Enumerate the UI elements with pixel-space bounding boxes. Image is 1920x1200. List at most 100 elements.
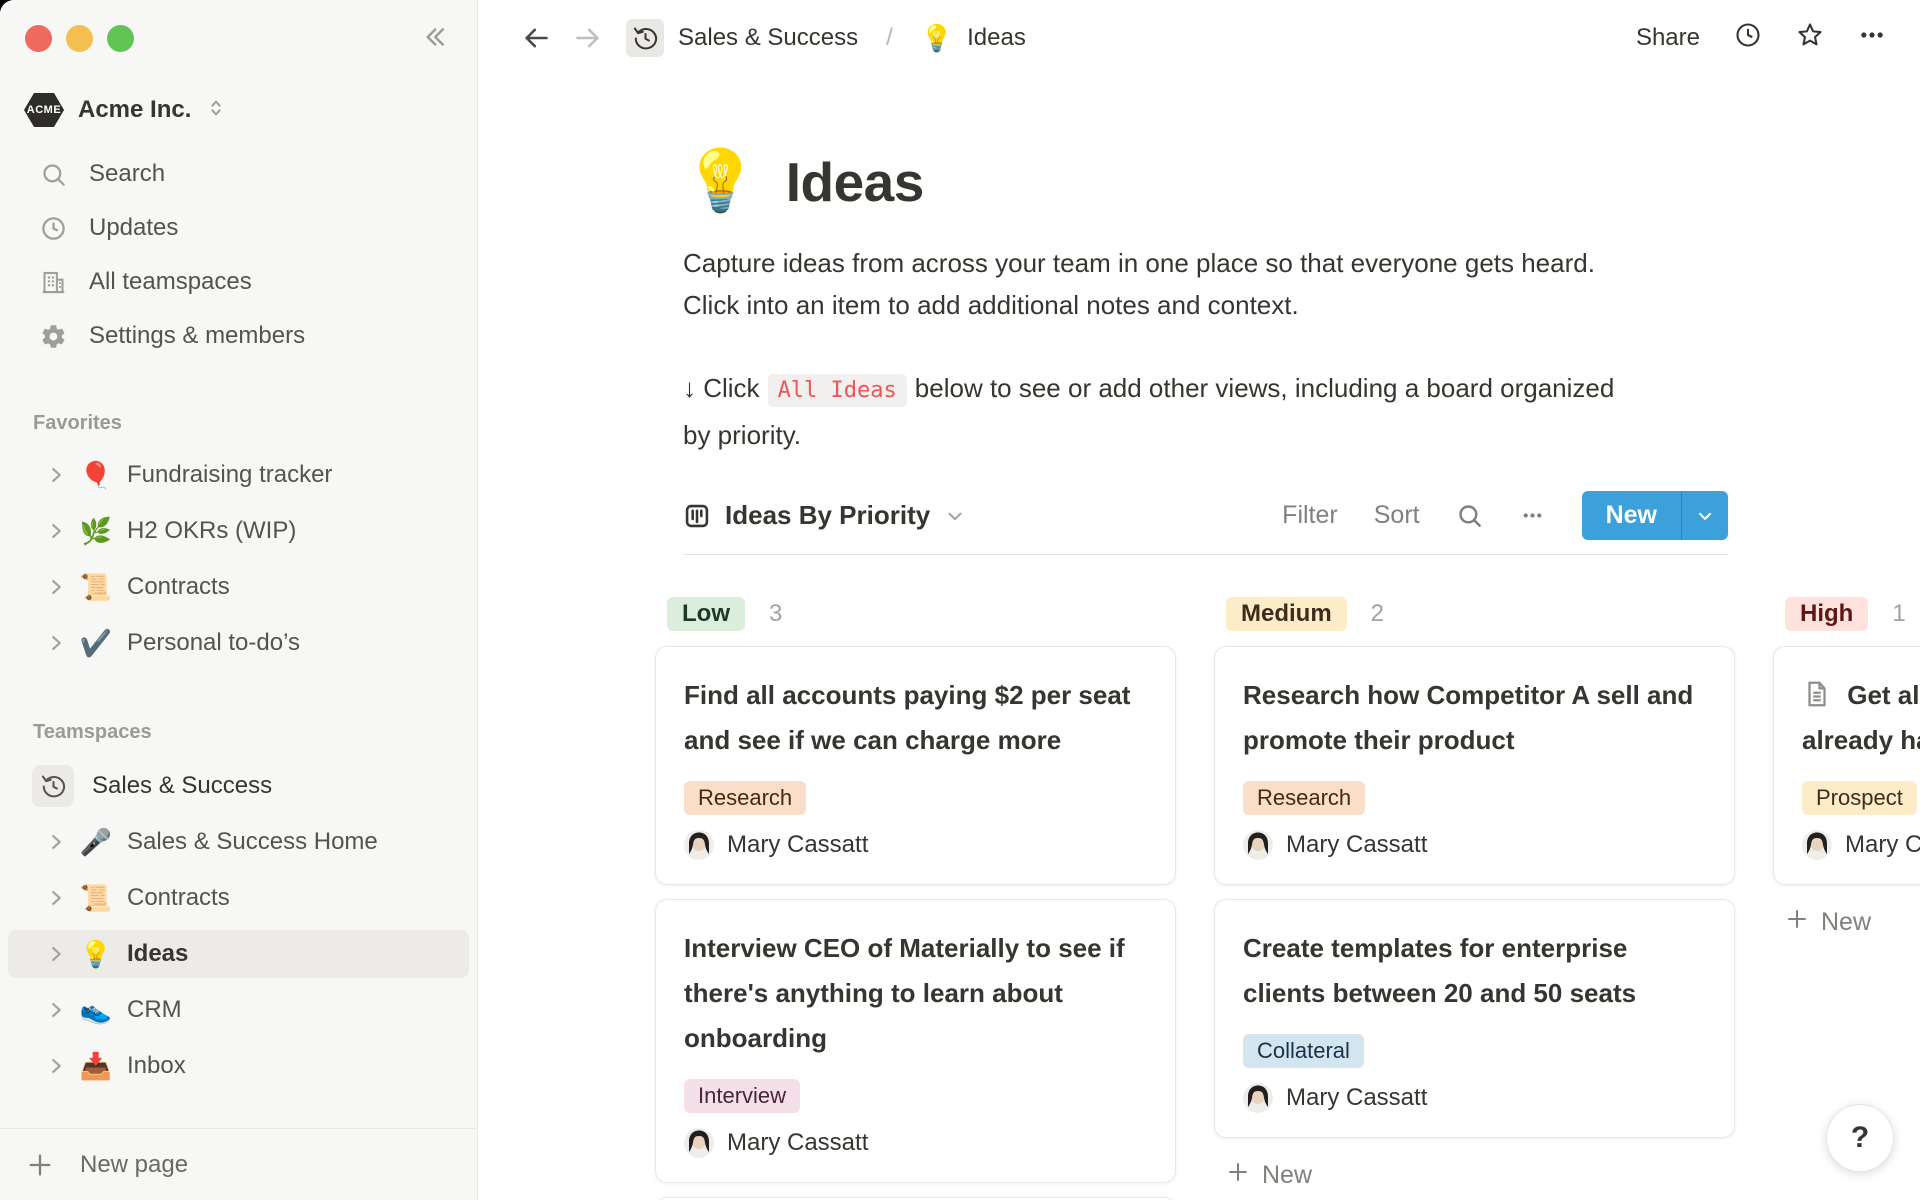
more-options-icon[interactable] [1858,21,1886,56]
sidebar: ACME Acme Inc. Search Updates All teamspac… [0,0,478,1200]
sidebar-item-label: All teamspaces [89,268,252,296]
sidebar-item-updates[interactable]: Updates [8,206,469,250]
breadcrumb-separator: / [886,24,893,52]
kanban-board: Low3 Find all accounts paying $2 per seat… [655,597,1920,1200]
sidebar-teamspace-sales-success[interactable]: Sales & Success [8,760,469,812]
column-count: 1 [1892,600,1905,628]
favorite-star-icon[interactable] [1796,21,1824,56]
filter-button[interactable]: Filter [1282,501,1338,530]
board-card[interactable]: Find all accounts paying $2 per seatand … [655,646,1176,885]
new-page-button[interactable]: New page [0,1128,477,1200]
close-window-button[interactable] [25,25,52,52]
sidebar-item-inbox[interactable]: 📥Inbox [8,1042,469,1090]
page-title[interactable]: Ideas [786,150,924,214]
search-icon[interactable] [1456,502,1483,529]
workspace-switcher[interactable]: ACME Acme Inc. [24,86,463,134]
sidebar-item-sales-success-home[interactable]: 🎤 Sales & Success Home [8,818,469,866]
sidebar-item-h2-okrs-wip[interactable]: 🌿H2 OKRs (WIP) [8,507,469,555]
card-tag: Collateral [1243,1034,1364,1068]
new-card-button[interactable]: New [1773,899,1920,946]
page-emoji-icon: ✔️ [77,628,115,659]
view-toolbar: Ideas By Priority Filter Sort New [683,491,1728,555]
avatar [1243,830,1273,860]
card-assignee: Mary Cassatt [1243,830,1706,860]
column-status-pill[interactable]: Medium [1226,597,1347,631]
gear-icon [40,323,67,350]
sidebar-item-settings-members[interactable]: Settings & members [8,314,469,358]
sidebar-item-contracts[interactable]: 📜Contracts [8,563,469,611]
sidebar-item-label: CRM [127,996,182,1024]
view-tab[interactable]: Ideas By Priority [683,500,966,531]
assignee-name: Mary Cassatt [1845,831,1920,859]
new-button-dropdown-icon[interactable] [1681,491,1728,540]
new-card-button[interactable]: New [1214,1152,1735,1199]
assignee-name: Mary Cassatt [1286,831,1427,859]
sidebar-item-personal-to-do-s[interactable]: ✔️ Personal to-do’s [8,619,469,667]
avatar [1802,830,1832,860]
sidebar-section-title: Teamspaces [0,721,477,744]
minimize-window-button[interactable] [66,25,93,52]
building-icon [40,269,67,296]
card-assignee: Mary Cassatt [1243,1083,1706,1113]
page-title-emoji-icon[interactable]: 💡 [683,148,758,214]
sidebar-item-label: Inbox [127,1052,186,1080]
board-card[interactable]: Get allalready haProspectMary Cassatt [1773,646,1920,885]
board-card[interactable]: Create templates for enterpriseclients b… [1214,899,1735,1138]
page-emoji-icon: 🎤 [77,827,115,858]
new-card-label: New [1262,1161,1312,1190]
card-assignee: Mary Cassatt [684,1128,1147,1158]
sidebar-item-all-teamspaces[interactable]: All teamspaces [8,260,469,304]
page-content: 💡 Ideas Capture ideas from across your t… [478,146,1728,1200]
main-area: Sales & Success / 💡 Ideas Share [478,0,1920,1200]
board-card[interactable]: Research how Competitor A sell andpromot… [1214,646,1735,885]
forward-arrow-icon[interactable] [574,24,602,52]
sidebar-item-label: Sales & Success Home [127,828,378,856]
workspace-switch-icon [205,97,227,124]
view-options-icon[interactable] [1519,502,1546,529]
sidebar-item-ideas[interactable]: 💡Ideas [8,930,469,978]
sidebar-item-label: Contracts [127,573,230,601]
page-description-line: Click into an item to add additional not… [683,284,1728,326]
column-status-pill[interactable]: High [1785,597,1868,631]
updates-clock-icon[interactable] [1734,21,1762,56]
new-button-label[interactable]: New [1582,491,1681,540]
page-emoji-icon: 🎈 [77,460,115,491]
sidebar-item-search[interactable]: Search [8,152,469,196]
breadcrumb-page-label: Ideas [967,24,1026,52]
workspace-name: Acme Inc. [78,96,191,124]
card-tag: Research [684,781,806,815]
avatar [1243,1083,1273,1113]
sort-button[interactable]: Sort [1374,501,1420,530]
sidebar-item-fundraising-tracker[interactable]: 🎈 Fundraising tracker [8,451,469,499]
share-button[interactable]: Share [1636,24,1700,52]
column-status-pill[interactable]: Low [667,597,745,631]
page-description: Capture ideas from across your team in o… [683,242,1728,326]
clock-icon [40,215,67,242]
board-card[interactable]: Interview CEO of Materially to see ifthe… [655,899,1176,1183]
sidebar-item-label: Personal to-do’s [127,629,300,657]
expand-chevron-icon [45,520,71,542]
plus-icon [1785,907,1809,938]
new-button[interactable]: New [1582,491,1728,540]
breadcrumb-page[interactable]: 💡 Ideas [921,23,1026,54]
sidebar-item-crm[interactable]: 👟CRM [8,986,469,1034]
new-page-label: New page [80,1151,188,1179]
card-assignee: Mary Cassatt [684,830,1147,860]
board-column-header: Low3 [667,597,1176,631]
expand-chevron-icon [45,632,71,654]
zoom-window-button[interactable] [107,25,134,52]
sidebar-item-contracts[interactable]: 📜Contracts [8,874,469,922]
sidebar-item-label: Fundraising tracker [127,461,332,489]
back-arrow-icon[interactable] [522,24,550,52]
sidebar-item-label: Sales & Success [92,772,272,800]
card-assignee: Mary Cassatt [1802,830,1920,860]
help-button[interactable]: ? [1826,1104,1894,1172]
card-tag: Prospect [1802,781,1917,815]
collapse-sidebar-icon[interactable] [419,22,449,57]
card-tag: Interview [684,1079,800,1113]
topbar: Sales & Success / 💡 Ideas Share [478,0,1920,76]
assignee-name: Mary Cassatt [727,1129,868,1157]
page-description-line: Capture ideas from across your team in o… [683,242,1728,284]
sidebar-item-label: Settings & members [89,322,305,350]
breadcrumb-teamspace[interactable]: Sales & Success [626,19,858,57]
